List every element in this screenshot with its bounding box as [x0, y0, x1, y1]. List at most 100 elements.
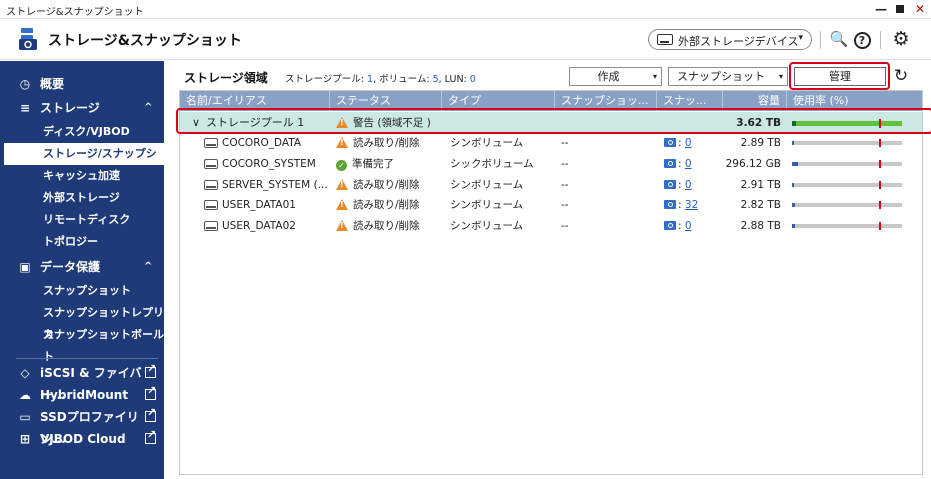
snapshot-count[interactable]: : 32: [664, 195, 698, 216]
sidebar-item-label: リモートディスク: [43, 213, 131, 226]
database-icon: ≡: [19, 101, 31, 115]
snapshot-count[interactable]: : 0: [664, 216, 692, 237]
snapshot-count-link[interactable]: 0: [685, 220, 692, 232]
external-link-icon: [145, 428, 156, 444]
table-row[interactable]: COCORO_DATA読み取り/削除シンボリューム--: 02.89 TB: [180, 133, 922, 154]
sidebar-item-label: VJBOD Cloud: [40, 432, 126, 446]
sidebar-item-external-storage[interactable]: 外部ストレージ: [0, 187, 164, 209]
volume-status-text: 読み取り/削除: [353, 199, 420, 211]
sidebar-item-vjbod-cloud[interactable]: ⊞ VJBOD Cloud: [0, 428, 164, 450]
usage-threshold-marker: [879, 160, 881, 168]
sidebar-item-storage-snapshot[interactable]: ストレージ/スナップショ...: [0, 143, 164, 182]
sidebar-item-label: データ保護: [40, 260, 101, 274]
external-link-icon: [145, 384, 156, 400]
volume-usage-bar: [792, 201, 902, 209]
maximize-button[interactable]: [891, 1, 909, 17]
snapshot-count-link[interactable]: 0: [685, 179, 692, 191]
table-row[interactable]: USER_DATA01読み取り/削除シンボリューム--: 322.82 TB: [180, 195, 922, 216]
snapshot-schedule: --: [561, 220, 569, 232]
sidebar-section-data-protection[interactable]: ▣ データ保護 ^: [0, 256, 164, 278]
cloud-icon: ☁: [19, 388, 31, 402]
snapshot-count-link[interactable]: 0: [685, 137, 692, 149]
sidebar-item-iscsi-fibre[interactable]: ◇ iSCSI & ファイバー...: [0, 362, 164, 402]
main-panel: ストレージ領域 ストレージプール: 1, ボリューム: 5, LUN: 0 作成…: [164, 61, 931, 479]
snapshot-schedule: --: [561, 199, 569, 211]
table-row[interactable]: SERVER_SYSTEM (...読み取り/削除シンボリューム--: 02.9…: [180, 175, 922, 196]
snapshot-schedule: --: [561, 179, 569, 191]
minimize-button[interactable]: —: [872, 1, 890, 17]
refresh-icon[interactable]: ↻: [891, 66, 911, 86]
warning-icon: [336, 220, 348, 231]
sidebar-item-disk-vjbod[interactable]: ディスク/VJBOD: [0, 121, 164, 143]
chevron-down-icon: ▾: [778, 72, 783, 81]
pool-row-highlight: [176, 108, 931, 134]
app-title: ストレージ&スナップショット: [48, 33, 242, 49]
volume-capacity: 2.89 TB: [740, 137, 781, 149]
volume-status: ✓ 準備完了: [336, 154, 394, 175]
sidebar-item-label: 外部ストレージ: [43, 191, 120, 204]
table-row[interactable]: USER_DATA02読み取り/削除シンボリューム--: 02.88 TB: [180, 216, 922, 237]
sidebar-item-ssd-profiling[interactable]: ▭ SSDプロファイリン...: [0, 406, 164, 446]
volume-count-label: , ボリューム:: [373, 74, 430, 85]
window-titlebar: ストレージ&スナップショット — ✕: [0, 0, 931, 19]
sidebar-section-storage[interactable]: ≡ ストレージ ^: [0, 97, 164, 119]
volume-icon: [204, 200, 218, 210]
warning-icon: [336, 137, 348, 148]
chevron-up-icon: ^: [144, 261, 153, 272]
sidebar-item-label: スナップショット: [43, 284, 131, 297]
volume-status-text: 準備完了: [352, 158, 394, 170]
usage-fill: [792, 162, 798, 166]
volume-name: USER_DATA01: [222, 199, 296, 211]
volume-status: 読み取り/削除: [336, 195, 420, 216]
snapshot-dropdown[interactable]: スナップショット ▾: [668, 67, 788, 86]
table-row[interactable]: COCORO_SYSTEM ✓ 準備完了 シックボリューム --: 0 296.12 GB: [180, 154, 922, 175]
volume-icon: [204, 180, 218, 190]
volume-status: 読み取り/削除: [336, 133, 420, 154]
diagnostics-icon[interactable]: 🔍: [829, 29, 849, 49]
snapshot-separator: :: [678, 179, 682, 191]
sidebar-item-topology[interactable]: トポロジー: [0, 231, 164, 253]
snapshot-separator: :: [678, 137, 682, 149]
volume-usage-bar: [792, 139, 902, 147]
create-dropdown[interactable]: 作成 ▾: [569, 67, 662, 86]
gear-icon[interactable]: ⚙: [891, 29, 911, 49]
snapshot-icon: [664, 159, 676, 168]
sidebar-item-label: トポロジー: [43, 235, 98, 248]
volume-icon: [204, 221, 218, 231]
manage-button[interactable]: 管理: [794, 67, 886, 86]
storage-snapshot-logo-icon: [19, 28, 37, 50]
volume-usage-bar: [792, 160, 902, 168]
lun-count: 0: [469, 74, 476, 85]
sidebar-item-snapshot-replica[interactable]: スナップショットレプリカ: [0, 302, 164, 341]
sidebar-item-label: HybridMount: [40, 388, 129, 402]
vjbod-cloud-icon: ⊞: [19, 432, 31, 446]
sidebar-item-label: ディスク/VJBOD: [43, 125, 130, 138]
snapshot-count[interactable]: : 0: [664, 154, 692, 175]
sidebar: ◷ 概要 ≡ ストレージ ^ ディスク/VJBOD ストレージ/スナップショ..…: [0, 61, 164, 479]
close-button[interactable]: ✕: [911, 1, 929, 17]
sidebar-item-remote-disk[interactable]: リモートディスク: [0, 209, 164, 231]
volume-name: USER_DATA02: [222, 220, 296, 232]
usage-threshold-marker: [879, 139, 881, 147]
snapshot-icon: [664, 138, 676, 147]
sidebar-item-cache-acceleration[interactable]: キャッシュ加速: [0, 165, 164, 187]
create-label: 作成: [597, 70, 620, 83]
volume-usage-bar: [792, 181, 902, 189]
sidebar-item-hybridmount[interactable]: ☁ HybridMount: [0, 384, 164, 406]
sidebar-item-overview[interactable]: ◷ 概要: [0, 73, 164, 95]
maximize-icon: [896, 5, 904, 13]
snapshot-count[interactable]: : 0: [664, 133, 692, 154]
window-title: ストレージ&スナップショット: [6, 7, 144, 18]
sidebar-item-snapshot[interactable]: スナップショット: [0, 280, 164, 302]
sidebar-item-snapshot-vault[interactable]: スナップショットボールト: [0, 324, 164, 363]
volume-name: COCORO_SYSTEM: [222, 158, 316, 170]
snapshot-count-link[interactable]: 32: [685, 199, 698, 211]
volume-type: シンボリューム: [450, 199, 524, 211]
usage-fill: [792, 141, 794, 145]
snapshot-count[interactable]: : 0: [664, 175, 692, 196]
snapshot-count-link[interactable]: 0: [685, 158, 692, 170]
external-link-icon: [145, 362, 156, 378]
help-button[interactable]: ?: [852, 29, 872, 49]
external-storage-device-dropdown[interactable]: 外部ストレージデバイス ▾: [648, 29, 812, 50]
volume-status-text: 読み取り/削除: [353, 179, 420, 191]
